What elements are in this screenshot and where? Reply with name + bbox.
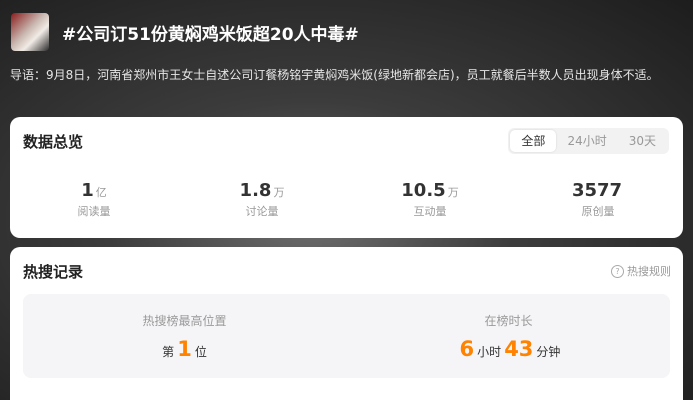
tab-all[interactable]: 全部 <box>510 130 557 152</box>
data-overview-card: 数据总览 全部 24小时 30天 1亿 阅读量 1.8 万 讨论量 10.5 万 互… <box>10 117 683 238</box>
stat-unit: 万 <box>273 186 285 199</box>
stat-label: 互动量 <box>413 205 447 218</box>
stat-value: 1.8 <box>239 180 272 201</box>
time-range-tabs: 全部 24小时 30天 <box>508 128 669 154</box>
tab-30d[interactable]: 30天 <box>618 130 667 152</box>
peak-prefix: 第 <box>162 345 175 359</box>
stat-unit: 万 <box>447 186 459 199</box>
hot-search-rules-link[interactable]: ? 热搜规则 <box>611 263 671 279</box>
topic-title[interactable]: #公司订51份黄焖鸡米饭超20人中毒# <box>62 20 359 45</box>
on-list-duration: 在榜时长 6 小时 43 分钟 <box>347 294 670 378</box>
stat-value: 10.5 <box>401 180 446 201</box>
hot-search-card: 热搜记录 ? 热搜规则 热搜榜最高位置 第1位 在榜时长 6 小时 43 分钟 <box>10 247 683 400</box>
stat-originals: 3577 原创量 <box>514 181 682 219</box>
help-circle-icon: ? <box>611 264 624 278</box>
stat-interactions: 10.5 万 互动量 <box>346 181 514 219</box>
hours-unit: 小时 <box>477 345 502 359</box>
duration-hours: 6 <box>459 337 475 361</box>
stat-value: 3577 <box>571 180 623 201</box>
stat-value: 1 <box>81 180 94 201</box>
peak-label: 热搜榜最高位置 <box>142 314 227 328</box>
hot-search-title: 热搜记录 <box>23 263 84 281</box>
hot-search-stats: 热搜榜最高位置 第1位 在榜时长 6 小时 43 分钟 <box>23 294 670 378</box>
stat-label: 讨论量 <box>245 205 279 218</box>
overview-title: 数据总览 <box>23 133 84 151</box>
stats-row: 1亿 阅读量 1.8 万 讨论量 10.5 万 互动量 3577 原创量 <box>10 181 683 219</box>
peak-suffix: 位 <box>194 345 207 359</box>
rules-label: 热搜规则 <box>627 265 671 278</box>
stat-reads: 1亿 阅读量 <box>10 181 178 219</box>
topic-header: #公司订51份黄焖鸡米饭超20人中毒# <box>0 0 693 62</box>
minutes-unit: 分钟 <box>536 345 561 359</box>
peak-value: 1 <box>177 337 192 361</box>
tab-24h[interactable]: 24小时 <box>556 130 617 152</box>
peak-position: 热搜榜最高位置 第1位 <box>23 294 346 378</box>
stat-label: 阅读量 <box>77 205 111 218</box>
stat-discussions: 1.8 万 讨论量 <box>178 181 346 219</box>
topic-intro: 导语：9月8日，河南省郑州市王女士自述公司订餐杨铭宇黄焖鸡米饭(绿地新都会店)，… <box>10 68 659 82</box>
duration-label: 在榜时长 <box>484 314 533 328</box>
stat-label: 原创量 <box>581 205 615 218</box>
stat-unit: 亿 <box>95 186 107 199</box>
topic-avatar[interactable] <box>11 13 49 51</box>
duration-minutes: 43 <box>504 337 534 361</box>
